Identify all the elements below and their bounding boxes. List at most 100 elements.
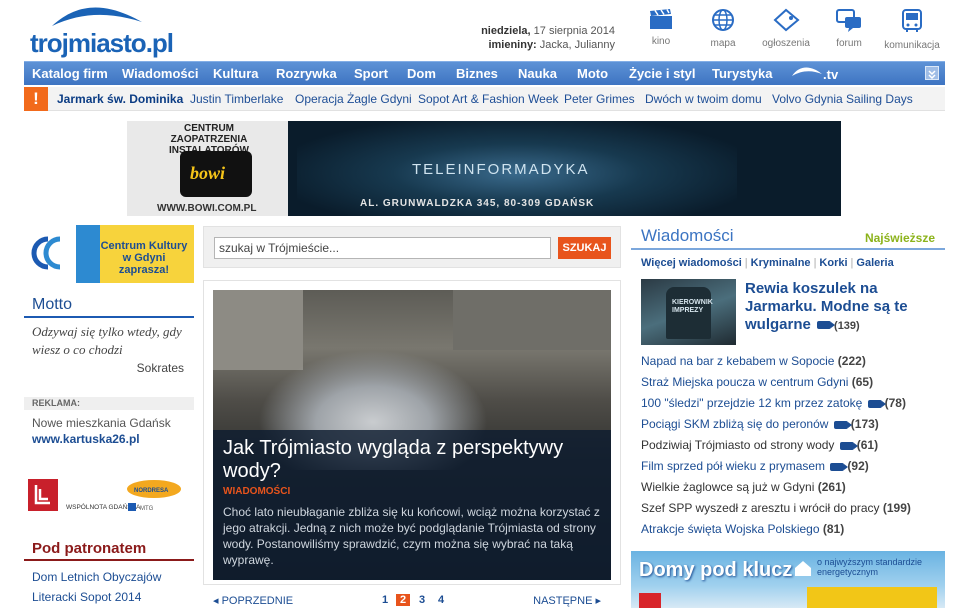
nav-item-wiadomosci[interactable]: Wiadomości	[122, 66, 198, 81]
news-item[interactable]: Podziwiaj Trójmiasto od strony wody (61)	[641, 438, 878, 452]
patronat-item[interactable]: Dom Letnich Obyczajów	[32, 570, 161, 584]
main-nav: Katalog firm Wiadomości Kultura Rozrywka…	[24, 61, 945, 85]
comment-count: (92)	[847, 459, 869, 473]
nav-item-dom[interactable]: Dom	[407, 66, 436, 81]
search-button[interactable]: SZUKAJ	[558, 237, 611, 259]
nav-item-turystyka[interactable]: Turystyka	[712, 66, 772, 81]
news-newest-link[interactable]: Najświeższe	[865, 231, 935, 245]
news-item[interactable]: Pociągi SKM zbliżą się do peronów (173)	[641, 417, 879, 431]
pager-page[interactable]: 3	[415, 594, 429, 606]
banner-center-text: TELEINFORMADYKA	[412, 161, 590, 178]
chat-bubbles-icon	[836, 9, 861, 32]
feature-pager: ◂ POPRZEDNIE 1 2 3 4 NASTĘPNE ▸	[213, 594, 611, 608]
comment-count: (199)	[882, 501, 911, 515]
bus-icon	[902, 9, 922, 32]
pager-page[interactable]: 1	[378, 594, 392, 606]
site-logo[interactable]: trojmiasto.pl	[30, 6, 174, 58]
news-sublink-traffic[interactable]: Korki	[819, 257, 847, 269]
clapperboard-icon	[650, 9, 672, 29]
logo-suffix: .pl	[145, 28, 174, 58]
news-sublink-crime[interactable]: Kryminalne	[751, 257, 811, 269]
pager-page-active[interactable]: 2	[396, 594, 410, 606]
nav-item-tv[interactable]: .tv	[790, 64, 850, 84]
news-item[interactable]: Straż Miejska poucza w centrum Gdyni (65…	[641, 375, 873, 389]
comment-count: (139)	[834, 320, 860, 332]
logo-swoosh-icon	[52, 7, 142, 26]
news-sublink-more[interactable]: Więcej wiadomości	[641, 257, 742, 269]
kino-link[interactable]: kino	[630, 8, 692, 47]
banner-product-image	[723, 121, 841, 216]
news-item[interactable]: Napad na bar z kebabem w Sopocie (222)	[641, 354, 866, 368]
motto-quote: Odzywaj się tylko wtedy, gdy wiesz o co …	[32, 324, 182, 357]
top-ad-banner[interactable]: CENTRUM ZAOPATRZENIA INSTALATORÓW bowi W…	[127, 121, 841, 216]
hot-topic-item[interactable]: Volvo Gdynia Sailing Days	[772, 92, 913, 106]
top-story-headline[interactable]: Rewia koszulek na Jarmarku. Modne są te …	[745, 280, 940, 335]
date-box: niedziela, 17 sierpnia 2014 imieniny: Ja…	[395, 24, 615, 52]
news-item[interactable]: 100 "śledzi" przejdzie 12 km przez zatok…	[641, 396, 906, 410]
pager-next-link[interactable]: NASTĘPNE ▸	[533, 594, 601, 607]
nav-item-katalog-firm[interactable]: Katalog firm	[32, 66, 108, 81]
kcg-ad[interactable]: Centrum Kultury w Gdyni zaprasza!	[24, 225, 194, 283]
hot-topics-bar: ! Jarmark św. Dominika Justin Timberlake…	[24, 87, 945, 111]
partner2-label: NORDRESA	[134, 488, 169, 494]
logo-text: trojmiasto	[30, 28, 147, 58]
search-input[interactable]	[214, 237, 551, 259]
feature-story[interactable]: Jak Trójmiasto wygląda z perspektywy wod…	[213, 290, 611, 580]
feature-lead: Choć lato nieubłaganie zbliża się ku koń…	[223, 505, 600, 567]
komunikacja-link[interactable]: komunikacja	[881, 8, 943, 51]
date-line: niedziela, 17 sierpnia 2014	[481, 25, 615, 37]
nav-item-rozrywka[interactable]: Rozrywka	[276, 66, 337, 81]
kcg-logo-icon	[31, 236, 61, 270]
nav-item-zycie-i-styl[interactable]: Życie i styl	[629, 66, 695, 81]
patronat-item[interactable]: Literacki Sopot 2014	[32, 590, 141, 604]
hot-topic-item[interactable]: Peter Grimes	[564, 92, 635, 106]
tag-icon	[773, 8, 800, 32]
comment-count: (78)	[884, 396, 906, 410]
hot-topic-item[interactable]: Justin Timberlake	[190, 92, 283, 106]
tv-logo-icon	[792, 67, 822, 76]
mapa-link[interactable]: mapa	[692, 8, 754, 49]
feature-title: Jak Trójmiasto wygląda z perspektywy wod…	[223, 437, 564, 482]
news-item[interactable]: Atrakcje święta Wojska Polskiego (81)	[641, 522, 844, 536]
top-story-thumbnail[interactable]: KIEROWNIK IMPREZY	[641, 279, 736, 345]
dom-pod-klucz-ad[interactable]: Domy pod klucz o najwyższym standardzie …	[631, 551, 945, 608]
pager-prev-link[interactable]: ◂ POPRZEDNIE	[213, 594, 293, 607]
banner-address: AL. GRUNWALDZKA 345, 80-309 GDAŃSK	[360, 198, 595, 209]
hot-topic-item[interactable]: Dwóch w twoim domu	[645, 92, 762, 106]
nav-collapse-button[interactable]	[925, 66, 939, 80]
news-item[interactable]: Wielkie żaglowce są już w Gdyni (261)	[641, 480, 846, 494]
motto-heading: Motto	[24, 296, 194, 318]
hot-topic-item[interactable]: Operacja Żagle Gdyni	[295, 92, 412, 106]
partners-logos: WSPÓLNOTA GDAŃSKA NORDRESA MTG	[24, 475, 194, 525]
forum-link[interactable]: forum	[818, 8, 880, 49]
dom-banner-subtitle: o najwyższym standardzie energetycznym	[817, 557, 923, 577]
video-camera-icon	[833, 420, 852, 429]
ad-url-link[interactable]: www.kartuska26.pl	[32, 432, 140, 446]
nav-item-kultura[interactable]: Kultura	[213, 66, 259, 81]
news-header: Wiadomości Najświeższe	[631, 226, 945, 250]
nav-item-nauka[interactable]: Nauka	[518, 66, 557, 81]
comment-count: (261)	[817, 480, 846, 494]
bowi-logo: bowi	[180, 151, 252, 197]
news-sublink-gallery[interactable]: Galeria	[856, 257, 893, 269]
news-item[interactable]: Film sprzed pół wieku z prymasem (92)	[641, 459, 869, 473]
video-camera-icon	[839, 441, 858, 450]
news-item[interactable]: Szef SPP wyszedł z aresztu i wrócił do p…	[641, 501, 911, 515]
hot-topic-item[interactable]: Sopot Art & Fashion Week	[418, 92, 559, 106]
video-camera-icon	[817, 321, 836, 330]
wspolnota-gdanska-logo	[28, 479, 58, 511]
ad-text-link[interactable]: Nowe mieszkania Gdańsk	[32, 416, 171, 430]
hot-topic-item[interactable]: Jarmark św. Dominika	[57, 92, 183, 106]
comment-count: (222)	[837, 354, 866, 368]
pager-page[interactable]: 4	[434, 594, 448, 606]
news-title[interactable]: Wiadomości	[641, 226, 734, 246]
partner3-label: MTG	[140, 506, 154, 512]
double-chevron-down-icon	[928, 70, 936, 80]
nav-item-moto[interactable]: Moto	[577, 66, 608, 81]
news-sublinks: Więcej wiadomości | Kryminalne | Korki | Galer…	[641, 257, 894, 269]
ogloszenia-link[interactable]: ogłoszenia	[755, 8, 817, 49]
motto-author: Sokrates	[136, 361, 184, 375]
nav-item-biznes[interactable]: Biznes	[456, 66, 498, 81]
thumb-shirt-text: KIEROWNIK IMPREZY	[672, 299, 713, 314]
nav-item-sport[interactable]: Sport	[354, 66, 388, 81]
